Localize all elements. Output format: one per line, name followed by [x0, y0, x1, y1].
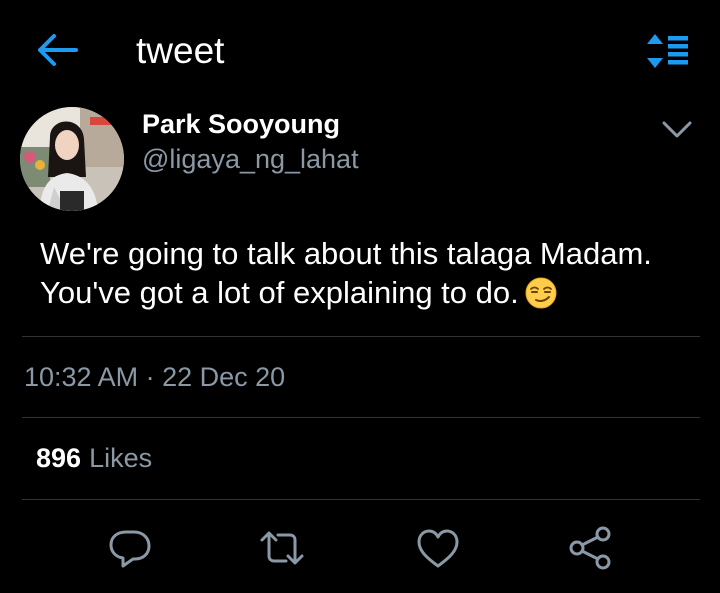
- divider: [22, 336, 700, 337]
- heart-icon: [417, 529, 459, 568]
- author-name[interactable]: Park Sooyoung: [142, 107, 340, 141]
- arrow-left-icon: [38, 34, 78, 66]
- more-options-button[interactable]: [660, 116, 694, 144]
- retweet-button[interactable]: [258, 524, 306, 572]
- smirking-face-emoji-icon: [525, 277, 557, 318]
- retweet-icon: [260, 531, 304, 565]
- likes-count: 896: [36, 443, 82, 473]
- avatar[interactable]: [20, 107, 124, 211]
- tweet-timestamp: 10:32 AM · 22 Dec 20: [24, 362, 286, 392]
- author-handle[interactable]: @ligaya_ng_lahat: [142, 142, 359, 176]
- like-button[interactable]: [414, 524, 462, 572]
- chevron-down-icon: [662, 121, 692, 138]
- divider: [22, 499, 700, 500]
- reply-button[interactable]: [106, 524, 154, 572]
- top-bar: tweet: [0, 0, 720, 100]
- divider: [22, 417, 700, 418]
- share-button[interactable]: [566, 524, 614, 572]
- profile-photo: [20, 107, 124, 211]
- page-title: tweet: [136, 30, 225, 71]
- sort-list-icon: [647, 34, 688, 68]
- likes-stat[interactable]: 896 Likes: [36, 441, 152, 475]
- reply-icon: [109, 530, 151, 568]
- sort-button[interactable]: [646, 32, 690, 70]
- tweet-text-line-2: You've got a lot of explaining to do.: [40, 273, 700, 318]
- tweet-text-line-1: We're going to talk about this talaga Ma…: [40, 236, 652, 271]
- tweet-text: We're going to talk about this talaga Ma…: [40, 234, 700, 318]
- share-icon: [569, 526, 611, 570]
- tweet-text-line-2-text: You've got a lot of explaining to do.: [40, 275, 519, 310]
- back-button[interactable]: [36, 32, 78, 68]
- tweet-detail-screen: tweet Park Sooyoung @ligaya_ng_lahat We'…: [0, 0, 720, 593]
- likes-label: Likes: [89, 443, 153, 473]
